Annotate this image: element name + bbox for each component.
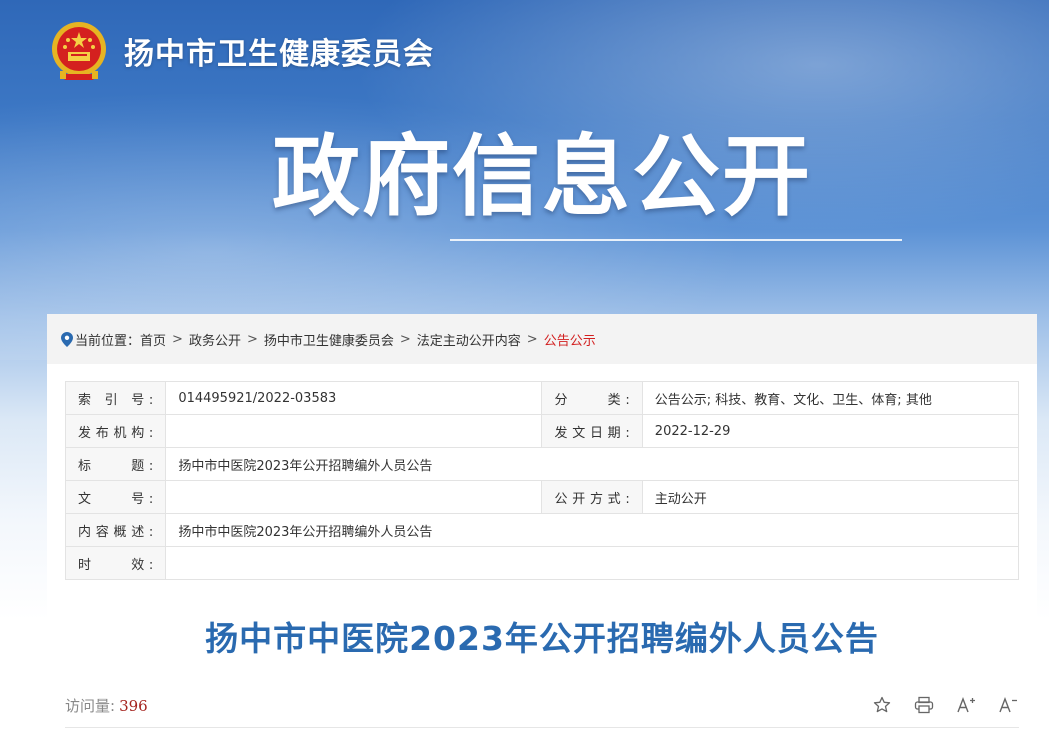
font-increase-icon (957, 697, 975, 713)
breadcrumb-separator: > (246, 331, 258, 347)
font-increase-button[interactable] (955, 694, 977, 716)
method-value: 主动公开 (641, 480, 1020, 514)
article-toolbar: 访问量: 396 (65, 686, 1019, 724)
summary-value: 扬中市中医院2023年公开招聘编外人员公告 (165, 513, 1019, 547)
national-emblem-icon (52, 22, 106, 80)
breadcrumb-prefix: 当前位置： (75, 333, 141, 349)
title-value: 扬中市中医院2023年公开招聘编外人员公告 (165, 447, 1019, 481)
table-row: 标 题: 扬中市中医院2023年公开招聘编外人员公告 (64, 447, 1019, 481)
banner-underline (450, 239, 902, 241)
article-tools (871, 694, 1019, 716)
index-value: 014495921/2022-03583 (165, 381, 543, 415)
visits-count: 396 (119, 696, 148, 715)
breadcrumb-separator: > (399, 331, 411, 347)
breadcrumb-current[interactable]: 公告公示 (544, 330, 596, 349)
docno-value (165, 480, 543, 514)
breadcrumb-statutory-content[interactable]: 法定主动公开内容 (417, 330, 521, 349)
favorite-button[interactable] (871, 694, 893, 716)
table-row: 索 引 号: 014495921/2022-03583 分 类: 公告公示; 科… (64, 381, 1020, 415)
font-decrease-icon (999, 697, 1017, 713)
banner-title: 政府信息公开 (272, 125, 813, 228)
table-row: 内容概述: 扬中市中医院2023年公开招聘编外人员公告 (64, 513, 1019, 547)
site-header: 扬中市卫生健康委员会 (46, 16, 434, 86)
print-icon (914, 696, 934, 714)
location-pin-icon (61, 331, 73, 347)
banner: 政府信息公开 (272, 122, 912, 242)
article-title: 扬中市中医院2023年公开招聘编外人员公告 (205, 619, 879, 658)
validity-value (165, 546, 1019, 580)
visit-counter: 访问量: 396 (65, 695, 148, 716)
publisher-value (165, 414, 543, 448)
star-icon (873, 696, 891, 713)
breadcrumb-home[interactable]: 首页 (140, 330, 166, 349)
method-label: 公开方式: (541, 480, 643, 514)
print-button[interactable] (913, 694, 935, 716)
publisher-label: 发布机构: (64, 414, 167, 448)
site-title: 扬中市卫生健康委员会 (124, 37, 434, 72)
category-label: 分 类: (541, 381, 643, 415)
metadata-table: 索 引 号: 014495921/2022-03583 分 类: 公告公示; 科… (64, 381, 1020, 580)
date-value: 2022-12-29 (641, 414, 1020, 448)
table-row: 时 效: (64, 546, 1019, 580)
breadcrumb-separator: > (172, 331, 183, 347)
validity-label: 时 效: (64, 546, 167, 580)
font-decrease-button[interactable] (997, 694, 1019, 716)
category-value: 公告公示; 科技、教育、文化、卫生、体育; 其他 (641, 381, 1020, 415)
date-label: 发文日期: (541, 414, 643, 448)
summary-label: 内容概述: (64, 513, 167, 547)
index-label: 索 引 号: (64, 381, 167, 415)
visits-label: 访问量: (65, 696, 116, 715)
content-panel: 当前位置： 首页 > 政务公开 > 扬中市卫生健康委员会 > 法定主动公开内容 … (47, 314, 1037, 746)
table-row: 发布机构: 发文日期: 2022-12-29 (64, 414, 1020, 448)
table-row: 文 号: 公开方式: 主动公开 (64, 480, 1020, 514)
divider (65, 727, 1019, 728)
breadcrumb: 当前位置： 首页 > 政务公开 > 扬中市卫生健康委员会 > 法定主动公开内容 … (47, 314, 1037, 364)
breadcrumb-gov-affairs[interactable]: 政务公开 (189, 330, 241, 349)
breadcrumb-health-commission[interactable]: 扬中市卫生健康委员会 (264, 330, 394, 349)
title-label: 标 题: (64, 447, 167, 481)
breadcrumb-separator: > (526, 331, 538, 347)
docno-label: 文 号: (64, 480, 167, 514)
